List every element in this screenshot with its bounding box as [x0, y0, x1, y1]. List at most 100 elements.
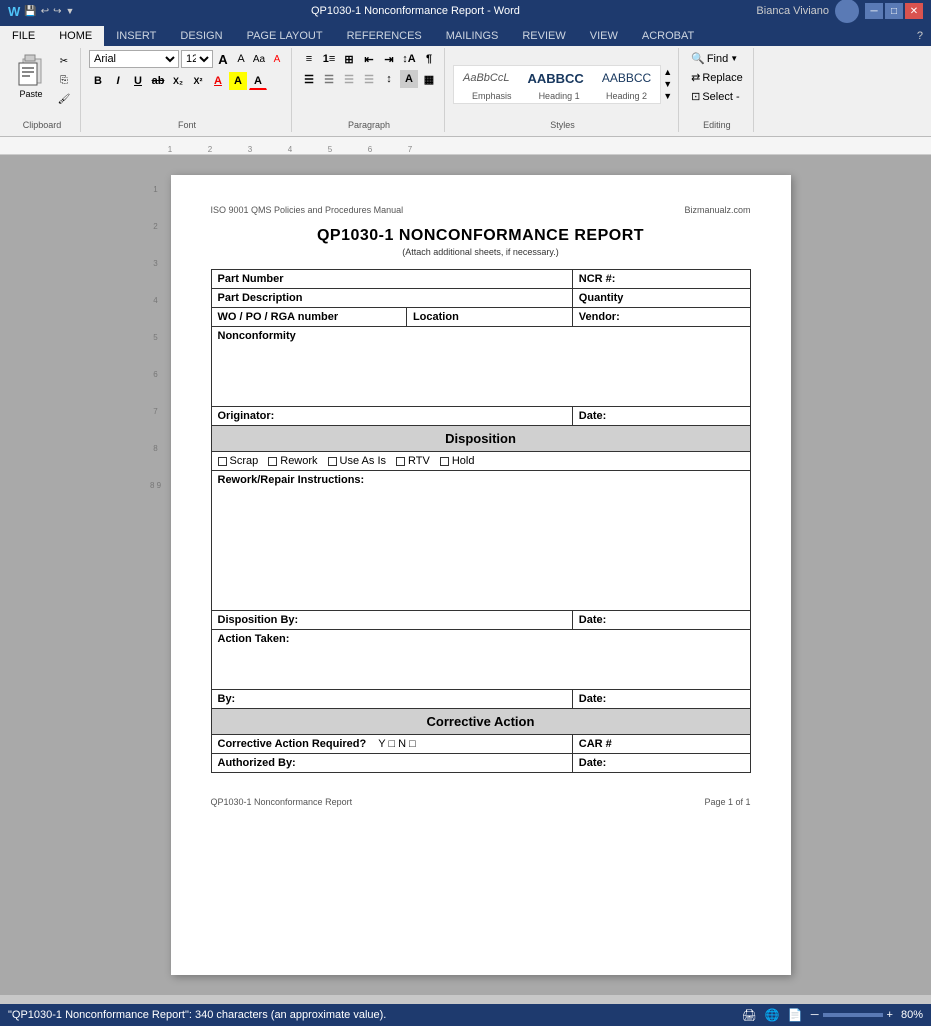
row-action-taken: Action Taken: [211, 630, 750, 690]
title-bar-left: W 💾 ↩ ↪ ▼ [8, 4, 74, 19]
text-color-button[interactable]: A [209, 72, 227, 90]
zoom-control: ─ + 80% [811, 1009, 923, 1021]
view-outline-icon[interactable]: 📄 [788, 1008, 803, 1022]
cut-button[interactable]: ✂ [54, 52, 74, 70]
font-color-button[interactable]: A [249, 72, 267, 90]
subscript-button[interactable]: X₂ [169, 72, 187, 90]
minimize-button[interactable]: ─ [865, 3, 883, 19]
tab-acrobat[interactable]: ACROBAT [630, 26, 706, 46]
replace-button[interactable]: ⇄ Replace [687, 69, 747, 86]
cb-hold: Hold [440, 455, 475, 467]
row-originator: Originator: Date: [211, 407, 750, 426]
scrap-checkbox[interactable] [218, 457, 227, 466]
line-spacing-button[interactable]: ↕ [380, 70, 398, 88]
row-checkboxes: Scrap Rework Use As Is RTV [211, 452, 750, 471]
part-number-label: Part Number [211, 270, 572, 289]
tab-insert[interactable]: INSERT [104, 26, 168, 46]
styles-more[interactable]: ▼ [663, 91, 672, 101]
align-left-button[interactable]: ☰ [300, 70, 318, 88]
style-h1-label: Heading 1 [527, 91, 590, 101]
tab-references[interactable]: REFERENCES [335, 26, 434, 46]
tab-home[interactable]: HOME [47, 26, 104, 46]
row-wo: WO / PO / RGA number Location Vendor: [211, 308, 750, 327]
font-shrink-button[interactable]: A [233, 51, 249, 67]
corrective-required-label: Corrective Action Required? [218, 738, 367, 750]
header-right: Bizmanualz.com [684, 205, 750, 215]
sort-button[interactable]: ↕A [400, 50, 418, 68]
show-hide-button[interactable]: ¶ [420, 50, 438, 68]
shading-button[interactable]: A [400, 70, 418, 88]
page[interactable]: ISO 9001 QMS Policies and Procedures Man… [171, 175, 791, 975]
rtv-label: RTV [408, 455, 430, 467]
font-grow-button[interactable]: A [215, 51, 231, 67]
bullets-button[interactable]: ≡ [300, 50, 318, 68]
close-button[interactable]: ✕ [905, 3, 923, 19]
copy-button[interactable]: ⎘ [54, 71, 74, 89]
highlight-button[interactable]: A [229, 72, 247, 90]
redo-icon[interactable]: ↪ [53, 6, 61, 17]
multilevel-button[interactable]: ⊞ [340, 50, 358, 68]
strikethrough-button[interactable]: ab [149, 72, 167, 90]
nonconformity-label: Nonconformity [218, 330, 296, 342]
style-heading2[interactable]: AABBCC [595, 68, 658, 88]
select-label: Select - [702, 91, 739, 103]
decrease-indent-button[interactable]: ⇤ [360, 50, 378, 68]
justify-button[interactable]: ☰ [360, 70, 378, 88]
select-button[interactable]: ⊡ Select - [687, 88, 744, 105]
checkboxes-cell: Scrap Rework Use As Is RTV [211, 452, 750, 471]
zoom-slider[interactable] [823, 1013, 883, 1017]
row-corrective-header: Corrective Action [211, 709, 750, 735]
window-controls[interactable]: ─ □ ✕ [865, 3, 923, 19]
nonconformity-cell: Nonconformity [211, 327, 750, 407]
clear-format-button[interactable]: A [269, 51, 285, 67]
zoom-level: 80% [901, 1009, 923, 1021]
styles-scroll-down[interactable]: ▼ [663, 79, 672, 89]
view-print-icon[interactable]: 🖨 [742, 1008, 757, 1022]
change-case-button[interactable]: Aa [251, 51, 267, 67]
tab-page-layout[interactable]: PAGE LAYOUT [235, 26, 335, 46]
view-web-icon[interactable]: 🌐 [765, 1008, 780, 1022]
paste-button[interactable]: Paste [10, 50, 52, 102]
group-font: Arial 12 A A Aa A B I U ab X₂ X² [83, 48, 292, 132]
underline-button[interactable]: U [129, 72, 147, 90]
tab-mailings[interactable]: MAILINGS [434, 26, 511, 46]
doc-subtitle: (Attach additional sheets, if necessary.… [211, 247, 751, 257]
undo-icon[interactable]: ↩ [41, 6, 49, 17]
borders-button[interactable]: ▦ [420, 70, 438, 88]
tab-file[interactable]: FILE [0, 26, 47, 46]
font-name-row: Arial 12 A A Aa A [89, 50, 285, 68]
rework-checkbox[interactable] [268, 457, 277, 466]
find-button[interactable]: 🔍 Find ▼ [687, 50, 742, 67]
tab-review[interactable]: REVIEW [510, 26, 577, 46]
use-as-is-checkbox[interactable] [328, 457, 337, 466]
increase-indent-button[interactable]: ⇥ [380, 50, 398, 68]
zoom-in-button[interactable]: + [887, 1009, 893, 1021]
tab-design[interactable]: DESIGN [168, 26, 234, 46]
font-name-select[interactable]: Arial [89, 50, 179, 68]
zoom-out-button[interactable]: ─ [811, 1009, 819, 1021]
align-right-button[interactable]: ☰ [340, 70, 358, 88]
numbering-button[interactable]: 1≡ [320, 50, 338, 68]
rtv-checkbox[interactable] [396, 457, 405, 466]
status-right: 🖨 🌐 📄 ─ + 80% [742, 1008, 923, 1022]
customize-icon[interactable]: ▼ [66, 6, 75, 16]
align-center-button[interactable]: ☰ [320, 70, 338, 88]
bold-button[interactable]: B [89, 72, 107, 90]
hold-checkbox[interactable] [440, 457, 449, 466]
originator-label: Originator: [211, 407, 572, 426]
find-label: Find [707, 53, 728, 65]
group-styles: AaBbCcL AABBCC AABBCC Emphasis Heading 1… [447, 48, 679, 132]
format-painter-button[interactable]: 🖌 [54, 90, 74, 108]
italic-button[interactable]: I [109, 72, 127, 90]
scrap-label: Scrap [230, 455, 259, 467]
save-icon[interactable]: 💾 [24, 6, 36, 17]
tab-view[interactable]: VIEW [578, 26, 630, 46]
style-heading1[interactable]: AABBCC [520, 68, 590, 89]
superscript-button[interactable]: X² [189, 72, 207, 90]
styles-scroll-up[interactable]: ▲ [663, 67, 672, 77]
style-emphasis[interactable]: AaBbCcL [456, 69, 516, 87]
help-icon[interactable]: ? [909, 26, 931, 46]
row-by: By: Date: [211, 690, 750, 709]
font-size-select[interactable]: 12 [181, 50, 213, 68]
restore-button[interactable]: □ [885, 3, 903, 19]
